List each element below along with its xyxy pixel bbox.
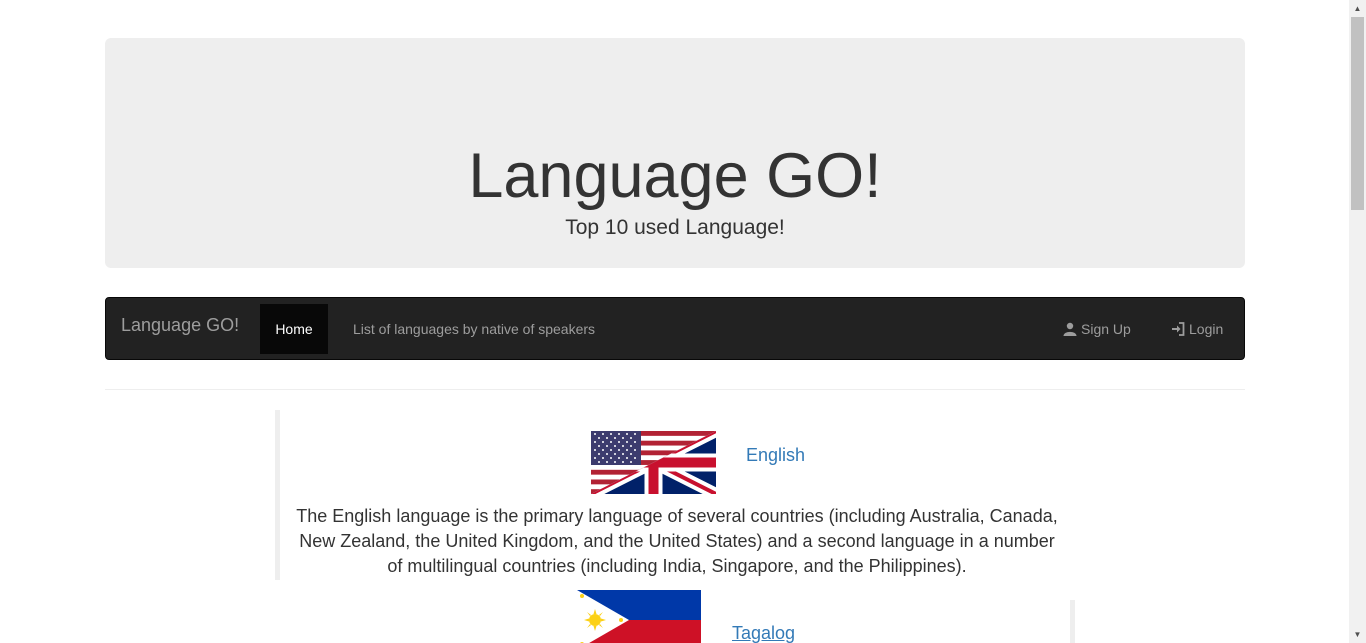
scroll-thumb[interactable] [1351,17,1364,210]
page-title: Language GO! [468,141,882,211]
language-link-tagalog[interactable]: Tagalog [732,623,795,643]
page-subtitle: Top 10 used Language! [565,216,785,239]
navbar-brand[interactable]: Language GO! [121,314,239,336]
nav-list-link[interactable]: List of languages by native of speakers [353,304,595,354]
page: Language GO! Top 10 used Language! Langu… [0,0,1349,643]
login-label: Login [1189,321,1224,337]
jumbotron: Language GO! Top 10 used Language! [105,38,1245,268]
philippines-flag-icon [577,590,701,643]
scroll-up-icon[interactable]: ▲ [1349,0,1366,17]
us-uk-flag-icon [591,431,716,494]
login-icon [1172,322,1185,336]
nav-login-link[interactable]: Login [1171,304,1223,354]
nav-signup-link[interactable]: Sign Up [1063,304,1131,354]
scroll-down-icon[interactable]: ▼ [1349,626,1366,643]
user-icon [1063,322,1077,336]
navbar: Language GO! Home List of languages by n… [105,297,1245,360]
language-description-english: The English language is the primary lang… [296,506,1058,576]
signup-label: Sign Up [1081,321,1131,337]
language-link-english[interactable]: English [746,445,805,466]
divider [105,389,1245,390]
vertical-scrollbar[interactable]: ▲ ▼ [1349,0,1366,643]
nav-home-link[interactable]: Home [260,304,328,354]
